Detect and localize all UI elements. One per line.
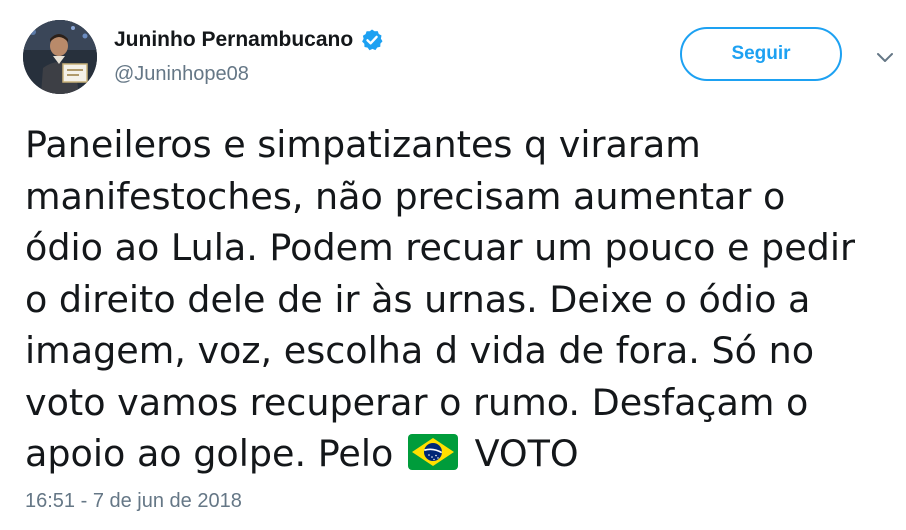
brazil-flag-emoji-icon <box>407 433 459 471</box>
author-name-row[interactable]: Juninho Pernambucano <box>114 28 384 52</box>
tweet-card: Juninho Pernambucano @Juninhope08 Seguir… <box>0 0 906 530</box>
chevron-down-icon <box>877 53 893 62</box>
tweet-text-segment: apoio ao golpe. Pelo <box>25 432 394 475</box>
author-avatar[interactable] <box>23 20 97 94</box>
avatar-photo <box>23 20 97 94</box>
tweet-text-segment: VOTO <box>474 432 579 475</box>
tweet-text-line: voto vamos recuperar o rumo. Desfaçam o <box>25 380 809 424</box>
verified-badge-icon <box>360 28 384 52</box>
tweet-text-last-line: apoio ao golpe. Pelo VOTO <box>25 428 905 480</box>
tweet-text-line: ódio ao Lula. Podem recuar um pouco e pe… <box>25 226 856 269</box>
tweet-text-line: imagem, voz, escolha d vida de fora. Só … <box>25 329 815 372</box>
tweet-text-line: manifestoches, não precisam aumentar o <box>25 174 786 218</box>
author-display-name[interactable]: Juninho Pernambucano <box>114 28 353 52</box>
follow-button[interactable]: Seguir <box>680 27 842 81</box>
tweet-text-line: o direito dele de ir às urnas. Deixe o ó… <box>25 277 811 321</box>
tweet-text: Paneileros e simpatizantes q viraram man… <box>25 119 905 480</box>
tweet-options-button[interactable] <box>872 44 898 70</box>
tweet-text-line: Paneileros e simpatizantes q viraram <box>25 123 701 166</box>
tweet-timestamp[interactable]: 16:51 - 7 de jun de 2018 <box>25 490 242 513</box>
author-handle[interactable]: @Juninhope08 <box>114 63 249 86</box>
